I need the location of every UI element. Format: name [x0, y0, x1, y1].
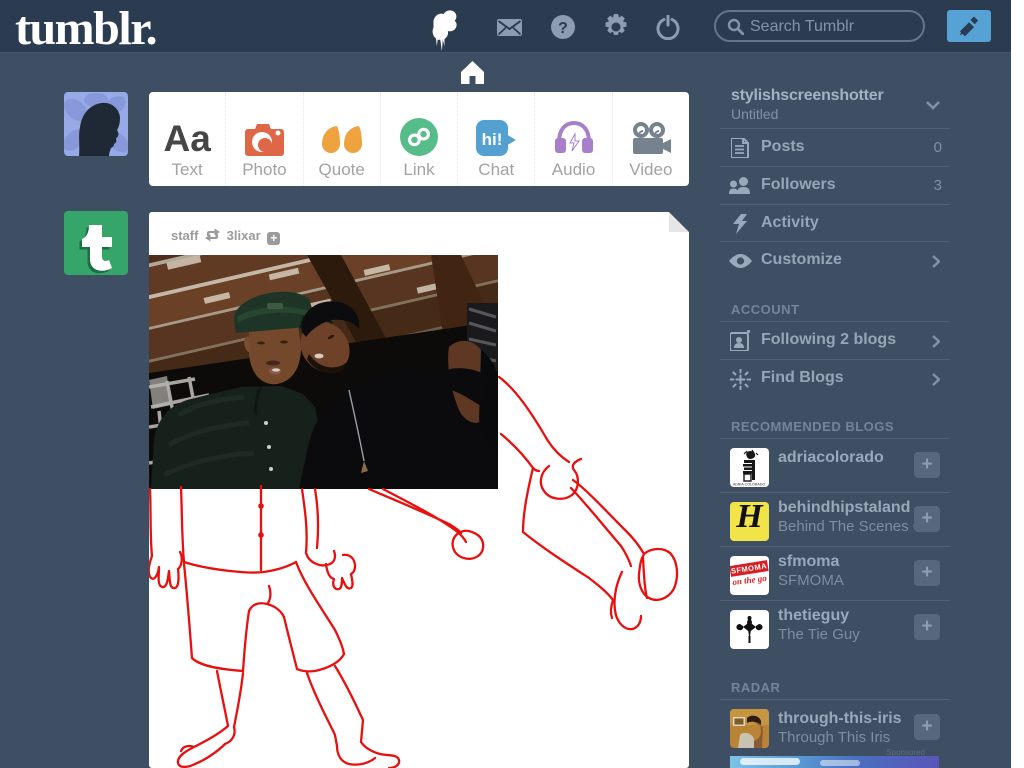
- svg-text:ADRIA COLORADO: ADRIA COLORADO: [733, 483, 766, 487]
- svg-text:?: ?: [558, 20, 568, 37]
- svg-text:hi!: hi!: [482, 130, 503, 149]
